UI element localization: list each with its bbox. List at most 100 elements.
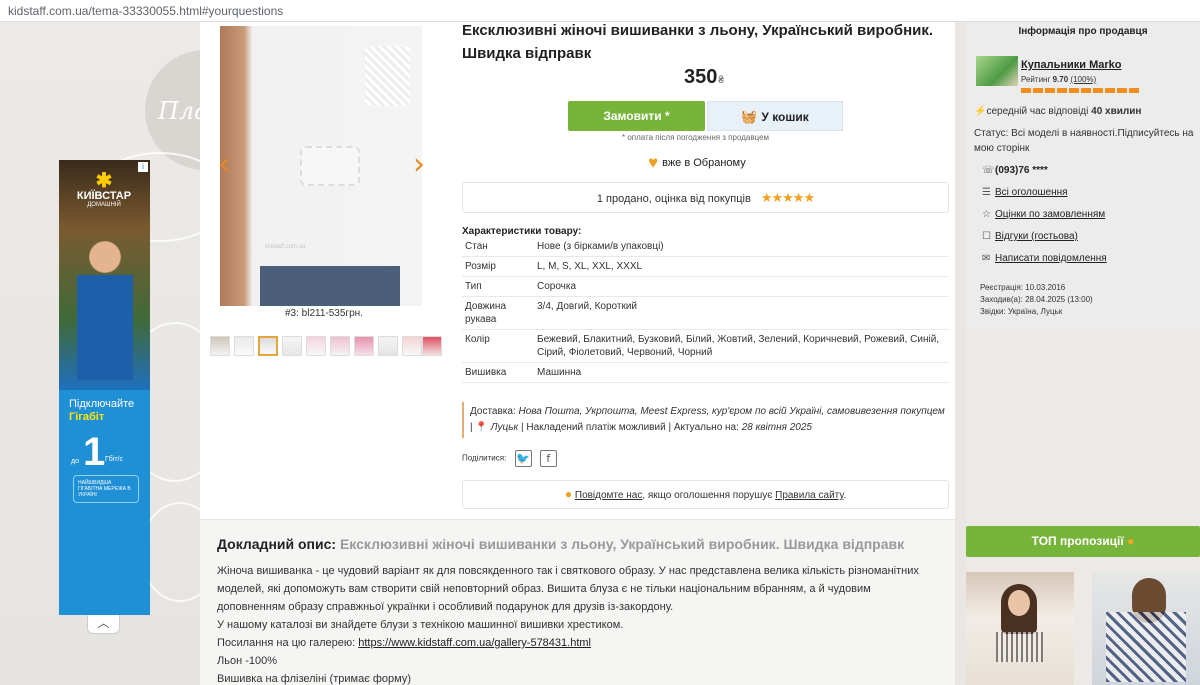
ad-speed-unit: Гбіт/с xyxy=(105,456,124,463)
description-paragraph: Жіноча вишиванка - це чудовий варіант як… xyxy=(217,565,919,613)
thumbnail[interactable] xyxy=(402,336,422,356)
gallery-link-label: Посилання на цю галерею: xyxy=(217,637,356,649)
ad-info-icon[interactable]: i xyxy=(138,162,148,172)
gallery-link[interactable]: https://www.kidstaff.com.ua/gallery-5784… xyxy=(358,637,591,649)
write-message-label: Написати повідомлення xyxy=(995,253,1107,264)
warning-icon: ● xyxy=(564,487,573,501)
ad-brand-sub: ДОМАШНІЙ xyxy=(87,202,121,208)
response-time: ⚡середній час відповіді 40 хвилин xyxy=(974,106,1141,117)
thumbnail[interactable] xyxy=(378,336,398,356)
location-pin-icon: 📍 xyxy=(475,422,488,433)
description-paragraph: Льон -100% xyxy=(217,655,277,667)
thumbnail[interactable] xyxy=(354,336,374,356)
report-text: , якщо оголошення порушує xyxy=(642,490,776,501)
rating-value: 9.70 xyxy=(1052,75,1069,84)
spec-key: Стан xyxy=(462,237,534,257)
photo-watermark: kidstaff.com.ua xyxy=(265,244,306,250)
gallery-link-line: Посилання на цю галерею: https://www.kid… xyxy=(217,634,942,652)
response-label: середній час відповіді xyxy=(986,106,1089,117)
comment-icon: ☐ xyxy=(982,231,991,242)
product-photo[interactable]: kidstaff.com.ua xyxy=(220,26,422,306)
offer-embroidery xyxy=(996,632,1044,662)
specs-title: Характеристики товару: xyxy=(462,226,582,237)
last-visit: Заходив(а): 28.04.2025 (13:00) xyxy=(980,295,1093,304)
rules-link[interactable]: Правила сайту xyxy=(775,490,843,501)
url-text: kidstaff.com.ua/tema-33330055.html#yourq… xyxy=(8,4,284,18)
photo-caption: #3: bl211-535грн. xyxy=(285,308,363,319)
spec-value: Бежевий, Блакитний, Бузковий, Білий, Жов… xyxy=(534,329,949,363)
heart-icon: ♥ xyxy=(648,153,659,172)
spec-key: Розмір xyxy=(462,256,534,277)
phone-icon: ☏ xyxy=(982,165,995,176)
thumbnail-active[interactable] xyxy=(258,336,278,356)
ad-brand: КИЇВСТАР xyxy=(76,190,132,202)
avatar[interactable] xyxy=(976,56,1018,86)
ad-headline-2: Гігабіт xyxy=(69,411,105,423)
ad-headline: Підключайте Гігабіт xyxy=(69,398,134,424)
top-offer-card[interactable] xyxy=(966,572,1074,685)
rating-label: Рейтинг xyxy=(1021,75,1051,84)
twitter-icon[interactable]: 🐦 xyxy=(514,450,532,467)
payment-note: * оплата після погодження з продавцем xyxy=(622,133,770,142)
thumbnail[interactable] xyxy=(282,336,302,356)
ad-person-image xyxy=(77,230,133,380)
rating-bar xyxy=(1021,88,1141,93)
main-content: kidstaff.com.ua ‹ › #3: bl211-535грн. Ек… xyxy=(200,22,955,685)
sold-text: 1 продано, оцінка від покупців xyxy=(596,193,751,205)
seller-location: Звідки: Україна, Луцьк xyxy=(980,307,1063,316)
thumbnail[interactable] xyxy=(422,336,442,356)
report-end: . xyxy=(843,490,847,501)
actual-date: 28 квітня 2025 xyxy=(741,422,812,433)
spec-value: 3/4, Довгий, Короткий xyxy=(534,296,949,330)
seller-rating: Рейтинг 9.70 (100%) xyxy=(1021,75,1096,84)
report-link[interactable]: Повідомте нас xyxy=(575,490,642,501)
rating-percent[interactable]: (100%) xyxy=(1070,75,1096,84)
thumbnail[interactable] xyxy=(210,336,230,356)
delivery-info: Доставка: Нова Пошта, Укрпошта, Meest Ex… xyxy=(462,402,949,438)
add-to-cart-button[interactable]: 🧺 У кошик xyxy=(707,101,843,131)
top-offers-button[interactable]: ТОП пропозиції ● xyxy=(966,526,1200,557)
spec-key: Довжина рукава xyxy=(462,296,534,330)
facebook-icon[interactable]: f xyxy=(539,450,557,467)
guest-reviews-label: Відгуки (гостьова) xyxy=(995,231,1078,242)
spec-key: Колір xyxy=(462,329,534,363)
favorite-toggle[interactable]: ♥ вже в Обраному xyxy=(648,153,746,173)
table-row: Стан Нове (з бірками/в упаковці) xyxy=(462,237,949,257)
seller-phone[interactable]: ☏(093)76 **** xyxy=(982,165,1048,176)
spec-value: Сорочка xyxy=(534,276,949,297)
write-message-link[interactable]: ✉ Написати повідомлення xyxy=(982,253,1107,264)
rating-stars: ★★★★★ xyxy=(760,190,815,205)
all-ads-link[interactable]: ☰ Всі оголошення xyxy=(982,187,1068,198)
thumbnail[interactable] xyxy=(234,336,254,356)
basket-icon: 🧺 xyxy=(741,109,758,124)
thumbnail-strip xyxy=(210,336,445,358)
envelope-icon: ✉ xyxy=(982,253,991,264)
description-heading-label: Докладний опис: xyxy=(217,536,337,552)
share-label: Поділитися: xyxy=(462,453,507,463)
share-bar: Поділитися: 🐦 f xyxy=(462,450,557,467)
cod-text: Накладений платіж можливий xyxy=(526,422,666,433)
order-reviews-link[interactable]: ☆ Оцінки по замовленням xyxy=(982,209,1105,220)
prev-photo-icon[interactable]: ‹ xyxy=(218,147,230,182)
top-offer-card[interactable] xyxy=(1092,572,1200,685)
order-button[interactable]: Замовити * xyxy=(568,101,705,131)
ad-speed-prefix: до xyxy=(71,458,79,465)
thumbnail[interactable] xyxy=(330,336,350,356)
ad-banner[interactable]: i ✱ КИЇВСТАР ДОМАШНІЙ Підключайте Гігабі… xyxy=(59,160,150,615)
registration-date: Реєстрація: 10.03.2016 xyxy=(980,283,1066,292)
cart-button-label: У кошик xyxy=(761,110,809,124)
top-offers-label: ТОП пропозиції xyxy=(1031,534,1124,548)
description-heading-title: Ексклюзивні жіночі вишиванки з льону, Ук… xyxy=(339,536,905,552)
ad-headline-1: Підключайте xyxy=(69,398,135,410)
description-body: Жіноча вишиванка - це чудовий варіант як… xyxy=(217,562,942,685)
ad-note: НАЙШВИДША ГІГАБІТНА МЕРЕЖА В УКРАЇНІ xyxy=(73,475,139,503)
seller-name-link[interactable]: Купальники Marko xyxy=(1021,59,1121,71)
next-photo-icon[interactable]: › xyxy=(413,147,425,182)
table-row: Колір Бежевий, Блакитний, Бузковий, Білий… xyxy=(462,329,949,363)
chevron-up-icon[interactable]: ︿ xyxy=(87,615,120,634)
order-reviews-label: Оцінки по замовленням xyxy=(995,209,1106,220)
thumbnail[interactable] xyxy=(306,336,326,356)
guest-reviews-link[interactable]: ☐ Відгуки (гостьова) xyxy=(982,231,1078,242)
sleeve-detail xyxy=(300,146,360,186)
sales-summary: 1 продано, оцінка від покупців ★★★★★ xyxy=(462,182,949,213)
